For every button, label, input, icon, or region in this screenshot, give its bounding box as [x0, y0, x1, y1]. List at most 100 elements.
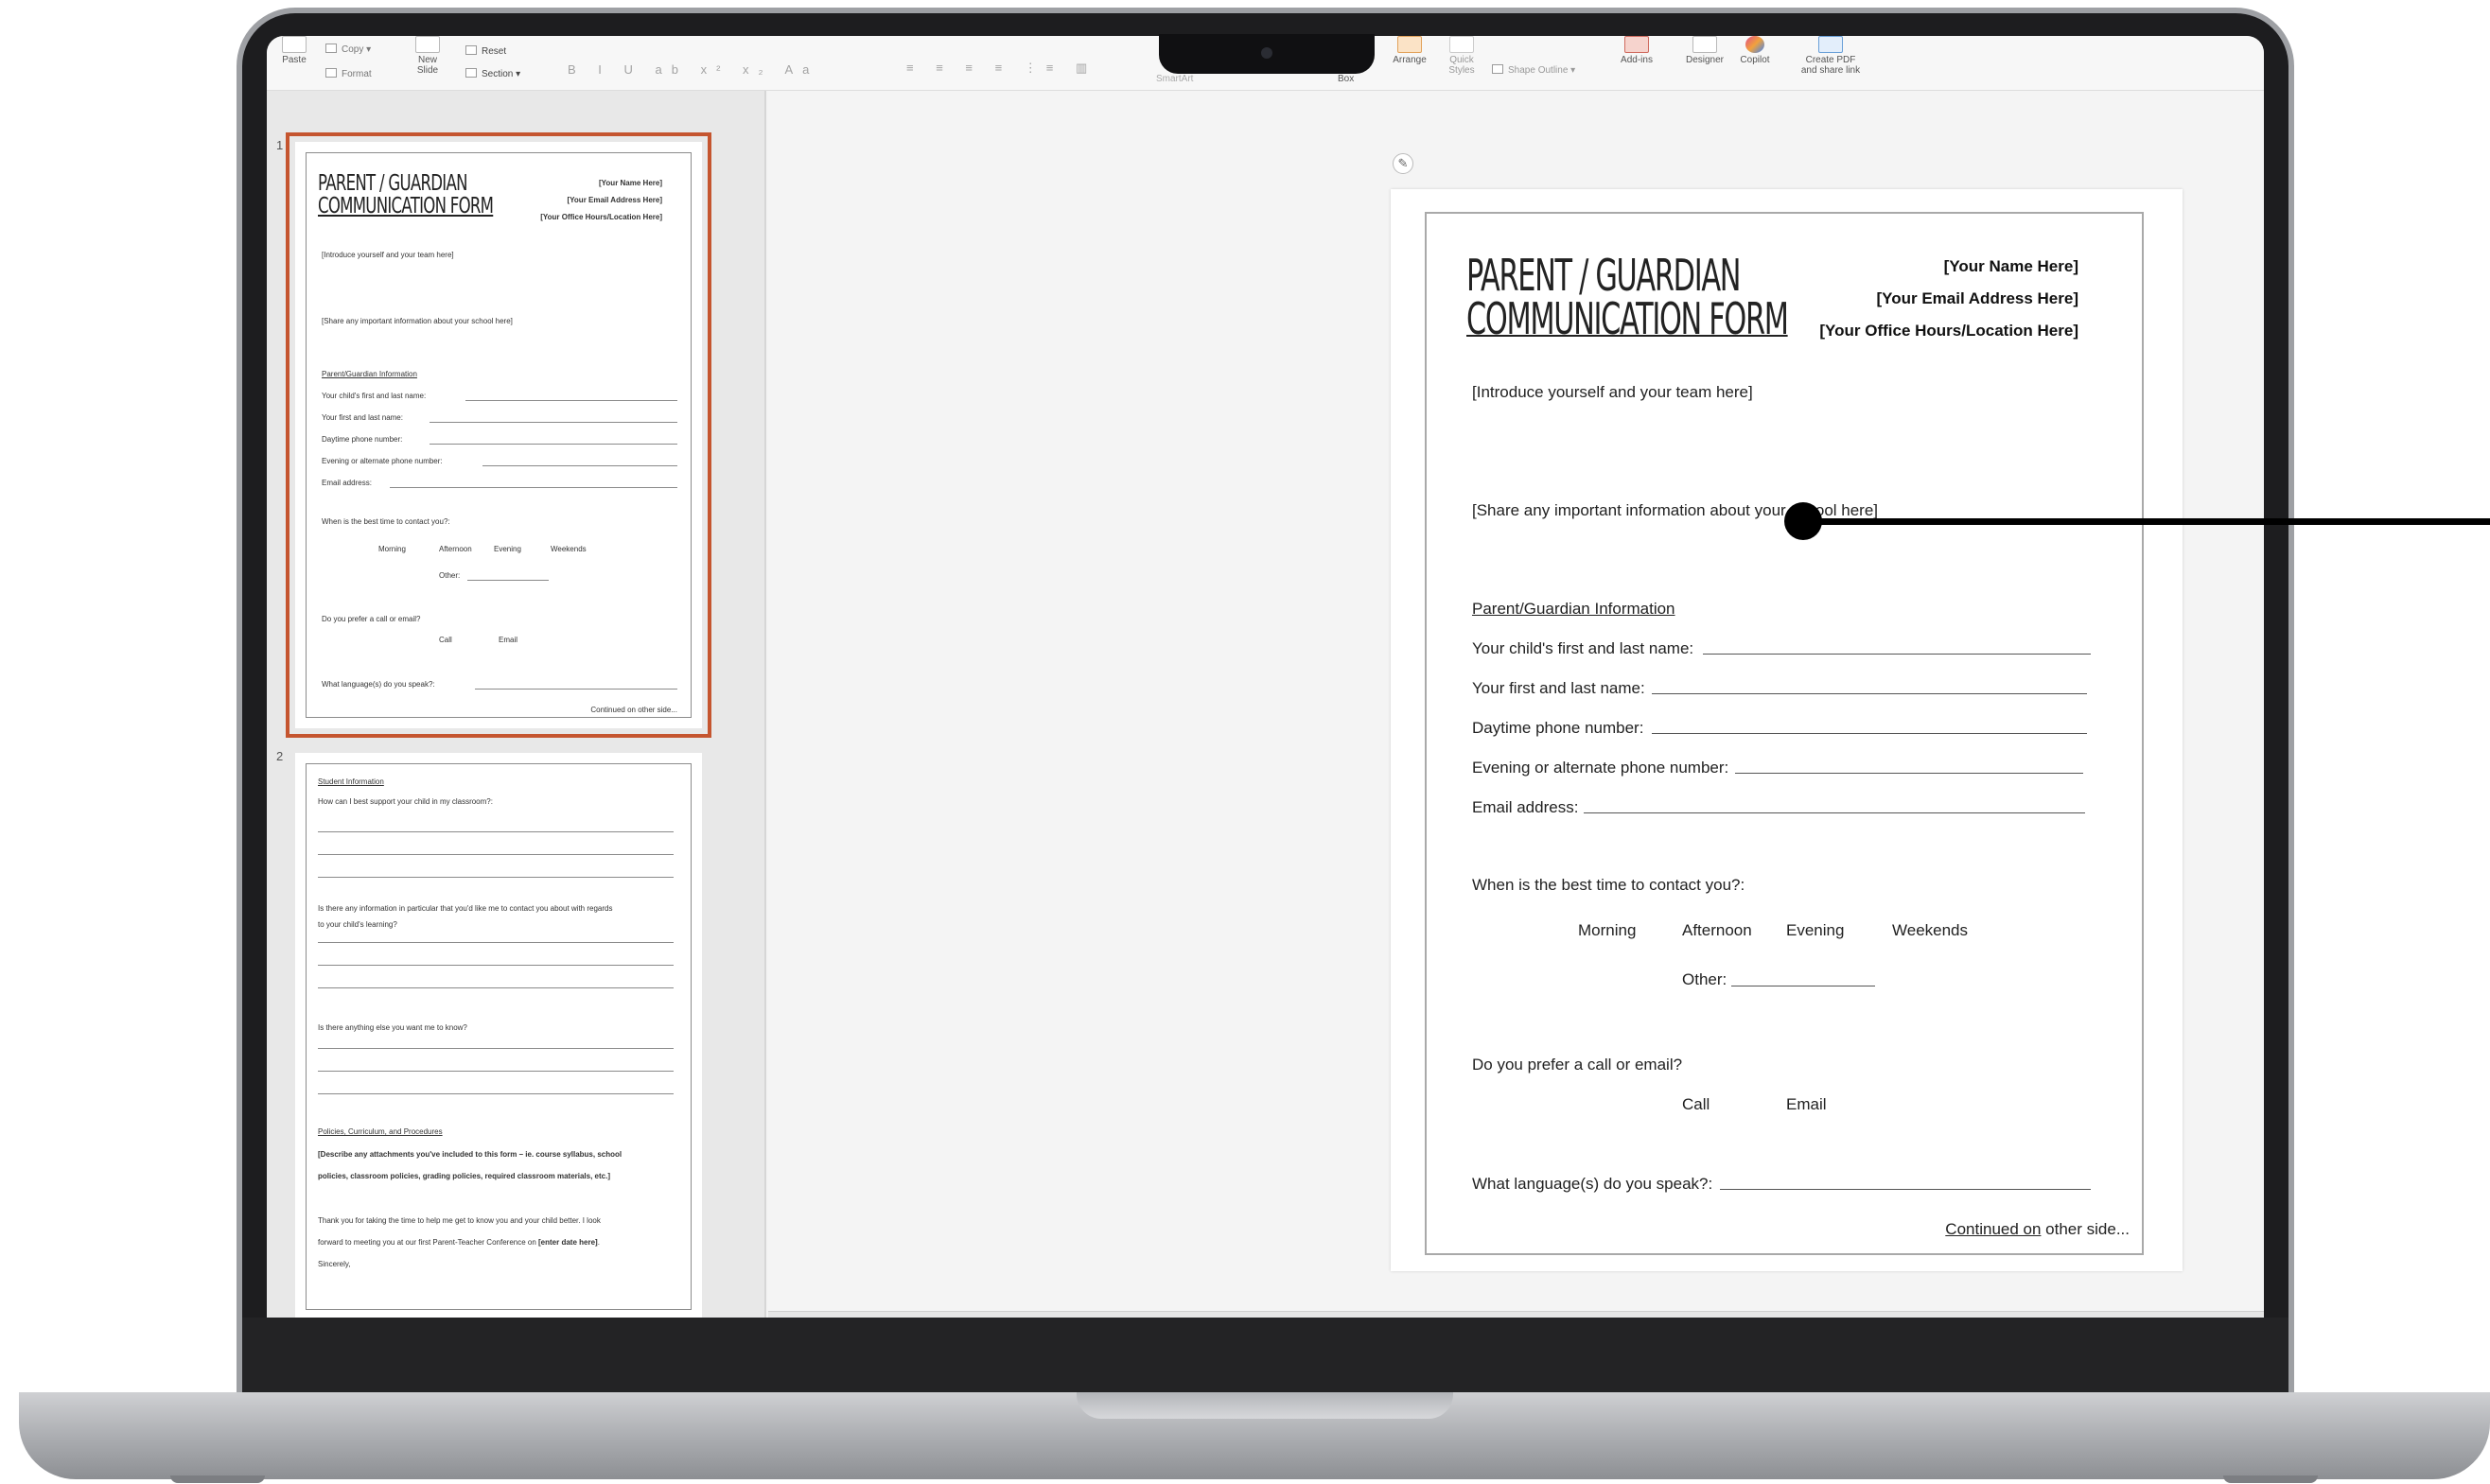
new-slide-icon — [415, 36, 440, 53]
your-name-placeholder: [Your Name Here] — [1943, 257, 2078, 275]
option-evening: Evening — [1786, 921, 1845, 939]
thumb-your-name: Your first and last name: — [322, 413, 403, 422]
thumb-other: Other: — [439, 571, 461, 580]
create-pdf-button[interactable]: Create PDF and share link — [1788, 36, 1873, 76]
thumb-office: [Your Office Hours/Location Here] — [540, 213, 662, 221]
new-slide-label-1: New — [417, 55, 437, 65]
new-slide-button[interactable]: New Slide — [409, 36, 447, 76]
notes-pane[interactable] — [768, 1311, 2264, 1318]
quick-styles-button[interactable]: Quick Styles — [1440, 36, 1483, 76]
font-format-controls[interactable]: B I U ab x² x₂ Aa — [568, 62, 818, 77]
copilot-label: Copilot — [1740, 55, 1770, 65]
thumb-line — [318, 1048, 674, 1049]
shape-outline-button[interactable]: Shape Outline ▾ — [1492, 64, 1575, 76]
your-name-line — [1652, 693, 2087, 694]
reset-label: Reset — [482, 46, 507, 57]
best-time-question: When is the best time to contact you?: — [1472, 876, 1745, 894]
quick-styles-label-1: Quick — [1449, 55, 1474, 65]
thumb2-section2: Policies, Curriculum, and Procedures — [318, 1127, 443, 1136]
thumb2-thanks-b: forward to meeting you at our first Pare… — [318, 1238, 600, 1247]
laptop-foot-left — [170, 1475, 265, 1483]
thumb-best-time: When is the best time to contact you?: — [322, 517, 450, 526]
laptop-foot-right — [2223, 1475, 2318, 1483]
slide-number-1: 1 — [276, 138, 284, 152]
thumb-line — [475, 689, 677, 690]
option-email: Email — [1786, 1095, 1827, 1113]
copy-button[interactable]: Copy ▾ — [325, 44, 371, 55]
slide-thumbnail-2[interactable]: Student Information How can I best suppo… — [295, 753, 702, 1318]
evening-phone-line — [1735, 773, 2083, 774]
copilot-button[interactable]: Copilot — [1733, 36, 1777, 65]
thumb-continued-post: other side... — [635, 706, 677, 714]
create-pdf-label-2: and share link — [1800, 65, 1861, 76]
camera-notch — [1159, 34, 1375, 74]
thumb2-thanks-b-bold: [enter date here] — [538, 1238, 598, 1247]
designer-label: Designer — [1685, 55, 1725, 65]
language-line — [1720, 1189, 2091, 1190]
quick-styles-label-2: Styles — [1448, 65, 1475, 76]
copy-icon — [325, 44, 337, 53]
reset-button[interactable]: Reset — [465, 45, 506, 57]
callout-leader-line — [1803, 518, 2490, 525]
smartart-button[interactable]: SmartArt — [1156, 74, 1193, 84]
thumb-line — [318, 1093, 674, 1094]
arrange-label: Arrange — [1393, 55, 1427, 65]
option-call: Call — [1682, 1095, 1710, 1113]
your-email-placeholder: [Your Email Address Here] — [1876, 289, 2078, 307]
thumb2-q2a: Is there any information in particular t… — [318, 904, 613, 913]
thumb-line — [318, 942, 674, 943]
camera-icon — [1261, 47, 1272, 59]
thumb2-sincerely: Sincerely, — [318, 1260, 351, 1268]
screen-bottom-bezel — [242, 1318, 2288, 1393]
copy-label: Copy — [342, 44, 364, 55]
thumb2-thanks-b-pre: forward to meeting you at our first Pare… — [318, 1238, 539, 1247]
arrange-button[interactable]: Arrange — [1386, 36, 1433, 65]
child-name-label: Your child's first and last name: — [1472, 639, 1694, 657]
thumb-line — [390, 487, 677, 488]
thumb2-q3: Is there anything else you want me to kn… — [318, 1023, 467, 1032]
intro-placeholder: [Introduce yourself and your team here] — [1472, 383, 1753, 401]
addins-label: Add-ins — [1621, 55, 1653, 65]
thumb-share: [Share any important information about y… — [322, 317, 513, 325]
thumb-morning: Morning — [378, 545, 406, 553]
email-address-label: Email address: — [1472, 798, 1579, 816]
continued-post: other side... — [2041, 1220, 2130, 1238]
designer-button[interactable]: Designer — [1680, 36, 1729, 65]
option-morning: Morning — [1578, 921, 1637, 939]
thumb-frame — [306, 763, 692, 1310]
quick-styles-icon — [1449, 36, 1474, 53]
thumb-line — [430, 422, 677, 423]
current-slide[interactable]: PARENT / GUARDIAN COMMUNICATION FORM [Yo… — [1391, 189, 2183, 1271]
language-question: What language(s) do you speak?: — [1472, 1175, 1713, 1193]
arrange-icon — [1397, 36, 1422, 53]
thumb-continued-pre: Continued on — [590, 706, 636, 714]
child-name-line — [1703, 654, 2091, 655]
thumb-continued: Continued on other side... — [590, 706, 677, 714]
thumb-child: Your child's first and last name: — [322, 392, 427, 400]
daytime-phone-label: Daytime phone number: — [1472, 719, 1644, 737]
format-label: Format — [342, 69, 372, 79]
textbox-button[interactable]: Box — [1338, 74, 1354, 84]
slide-thumbnail-1[interactable]: PARENT / GUARDIAN COMMUNICATION FORM [Yo… — [286, 132, 711, 738]
paste-label: Paste — [282, 55, 307, 65]
daytime-phone-line — [1652, 733, 2087, 734]
option-afternoon: Afternoon — [1682, 921, 1752, 939]
paragraph-controls[interactable]: ≡ ≡ ≡ ≡ ⋮≡ ▥ — [906, 61, 1096, 76]
thumb-intro: [Introduce yourself and your team here] — [322, 251, 454, 259]
accessibility-icon[interactable]: ✎ — [1393, 153, 1413, 174]
continued-pre: Continued on — [1945, 1220, 2042, 1238]
option-other: Other: — [1682, 970, 1727, 988]
thumb-email-opt: Email — [499, 636, 518, 644]
slide-thumbnail-pane: 1 PARENT / GUARDIAN COMMUNICATION FORM [… — [267, 91, 766, 1318]
format-painter-button[interactable]: Format — [325, 68, 372, 79]
section-button[interactable]: Section ▾ — [465, 68, 520, 79]
thumb2-policies-a: [Describe any attachments you've include… — [318, 1150, 622, 1159]
clipboard-icon — [282, 36, 307, 53]
thumb-call: Call — [439, 636, 452, 644]
thumb2-section1: Student Information — [318, 777, 384, 786]
addins-icon — [1624, 36, 1649, 53]
paste-button[interactable]: Paste — [278, 36, 310, 65]
addins-button[interactable]: Add-ins — [1615, 36, 1658, 65]
parent-info-heading: Parent/Guardian Information — [1472, 600, 1675, 618]
slide-editor: ✎ PARENT / GUARDIAN COMMUNICATION FORM [… — [768, 91, 2264, 1318]
